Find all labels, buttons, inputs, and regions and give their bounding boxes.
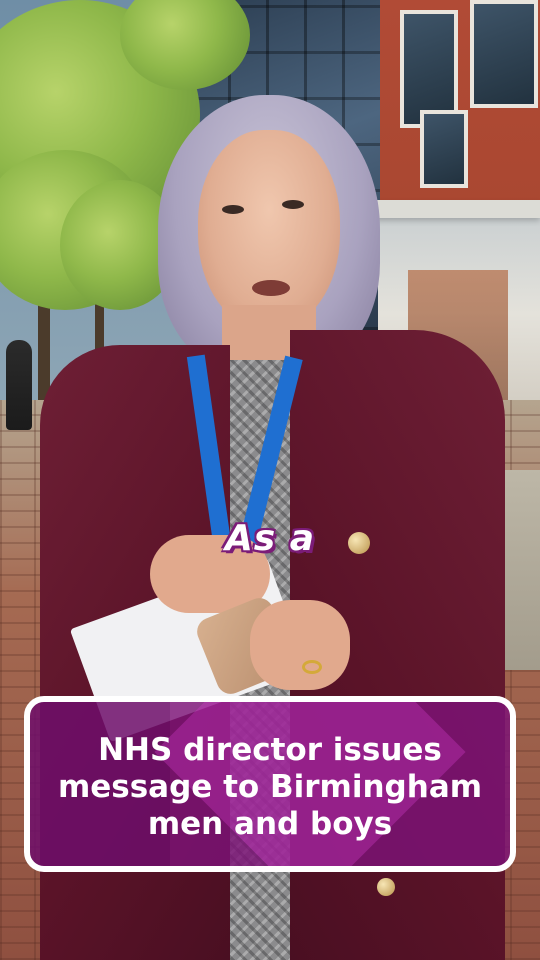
eye — [222, 205, 244, 214]
woman-face — [198, 130, 340, 330]
headline-text: NHS director issues message to Birmingha… — [30, 702, 510, 843]
building-window — [470, 0, 538, 108]
gold-ring — [302, 660, 322, 674]
coat-button — [377, 878, 395, 896]
background-pedestrian — [6, 340, 32, 430]
building-window — [420, 110, 468, 188]
eye — [282, 200, 304, 209]
video-frame: As a NHS director issues message to Birm… — [0, 0, 540, 960]
mouth — [252, 280, 290, 296]
headline-line: men and boys — [147, 806, 393, 842]
subtitle-caption: As a — [224, 518, 316, 559]
headline-line: NHS director issues — [98, 732, 442, 768]
storefront-awning — [366, 200, 540, 218]
headline-card: NHS director issues message to Birmingha… — [24, 696, 516, 872]
right-hand — [250, 600, 350, 690]
headline-line: message to Birmingham — [57, 769, 483, 805]
